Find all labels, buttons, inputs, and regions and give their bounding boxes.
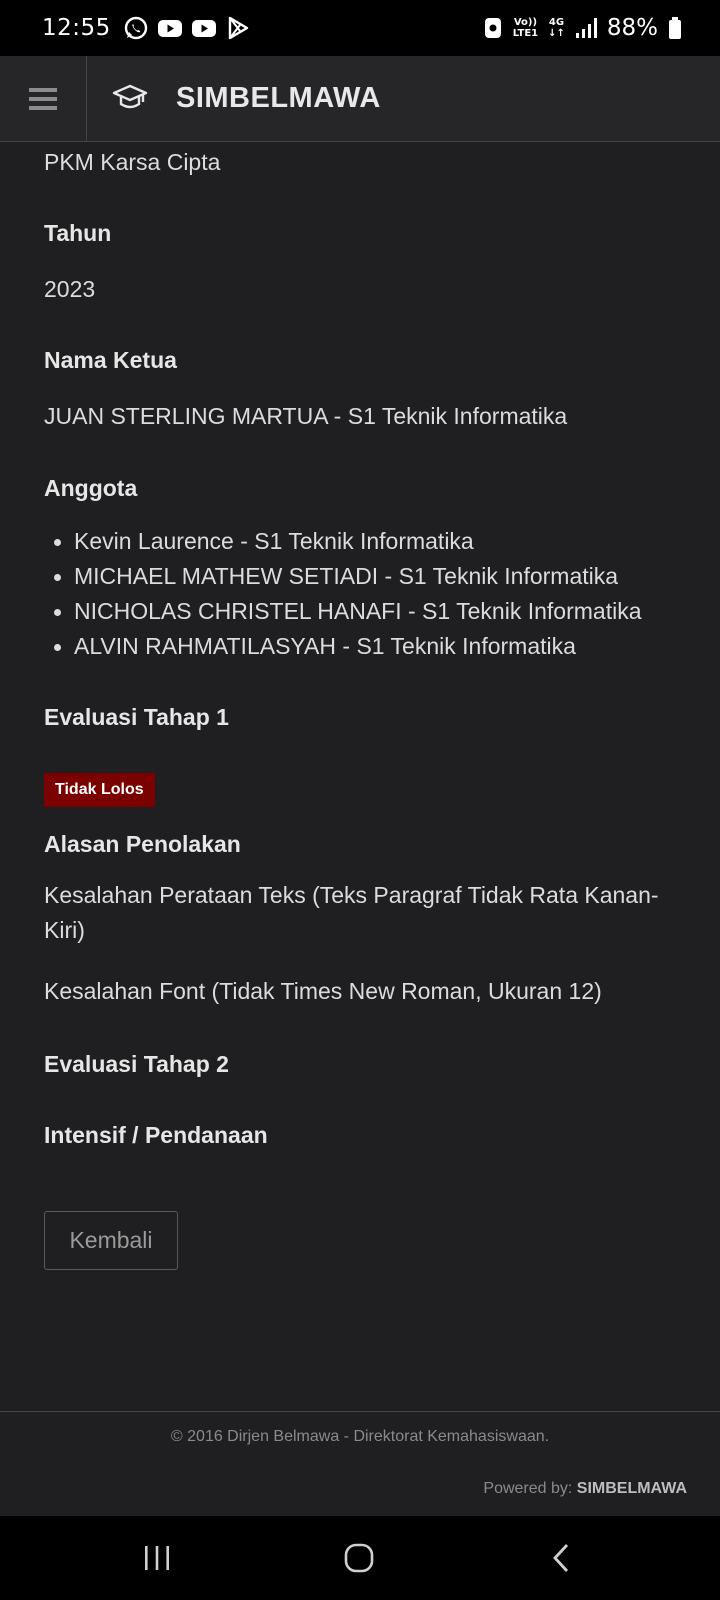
home-button[interactable] [339, 1538, 379, 1578]
back-chevron-icon [553, 1544, 569, 1572]
ketua-label: Nama Ketua [44, 347, 177, 373]
lte-label: LTE1 [512, 28, 539, 39]
battery-percent: 88% [606, 15, 658, 41]
alasan-item: Kesalahan Perataan Teks (Teks Paragraf T… [44, 882, 659, 943]
whatsapp-icon [124, 16, 147, 40]
list-item: NICHOLAS CHRISTEL HANAFI - S1 Teknik Inf… [44, 594, 642, 629]
recent-apps-button[interactable] [137, 1538, 177, 1578]
pendanaan-label: Intensif / Pendanaan [44, 1122, 268, 1148]
volte-label: Vo)) [513, 17, 538, 28]
copyright-text: © 2016 Dirjen Belmawa - Direktorat Kemah… [170, 1428, 550, 1445]
back-button[interactable]: Kembali [44, 1211, 178, 1270]
home-icon [344, 1543, 374, 1573]
list-item: ALVIN RAHMATILASYAH - S1 Teknik Informat… [44, 629, 642, 664]
signal-icon [575, 18, 597, 38]
eval2-label: Evaluasi Tahap 2 [44, 1051, 229, 1077]
brand-title[interactable]: SIMBELMAWA [176, 82, 381, 115]
ketua-value: JUAN STERLING MARTUA - S1 Teknik Informa… [44, 403, 568, 429]
status-bar-right: Vo)) LTE1 4G ↓↑ 88% [483, 15, 682, 41]
powered-prefix: Powered by: [483, 1480, 577, 1497]
recent-apps-icon [145, 1546, 169, 1570]
graduation-cap-icon [112, 84, 148, 109]
network-type-label: 4G [548, 17, 565, 28]
footer: © 2016 Dirjen Belmawa - Direktorat Kemah… [0, 1411, 720, 1517]
eval1-label: Evaluasi Tahap 1 [44, 704, 229, 730]
play-store-icon [228, 16, 248, 40]
system-nav-bar [0, 1516, 720, 1600]
youtube-icon-2 [191, 20, 216, 37]
list-item: MICHAEL MATHEW SETIADI - S1 Teknik Infor… [44, 559, 642, 594]
youtube-icon [157, 20, 182, 37]
back-nav-button[interactable] [541, 1538, 581, 1578]
anggota-label: Anggota [44, 475, 138, 501]
network-type: 4G ↓↑ [548, 17, 565, 39]
list-item: Kevin Laurence - S1 Teknik Informatika [44, 524, 642, 559]
powered-by: Powered by: SIMBELMAWA [483, 1480, 687, 1498]
anggota-list: Kevin Laurence - S1 Teknik Informatika M… [44, 524, 642, 664]
status-bar: 12:55 Vo)) LTE1 4G ↓↑ 88% [0, 0, 720, 56]
alasan-label: Alasan Penolakan [44, 831, 241, 857]
tahun-label: Tahun [44, 220, 112, 246]
data-arrows-icon: ↓↑ [548, 28, 565, 39]
screen-record-icon [484, 18, 501, 38]
alasan-item: Kesalahan Font (Tidak Times New Roman, U… [44, 978, 602, 1004]
status-time: 12:55 [42, 15, 111, 41]
menu-button[interactable] [0, 56, 87, 141]
status-badge: Tidak Lolos [44, 773, 155, 807]
battery-icon [669, 17, 681, 39]
app-header: SIMBELMAWA [0, 56, 720, 142]
network-volte: Vo)) LTE1 [513, 17, 538, 39]
hamburger-icon [29, 87, 57, 110]
skema-value: PKM Karsa Cipta [44, 149, 221, 175]
tahun-value: 2023 [44, 276, 96, 302]
powered-brand[interactable]: SIMBELMAWA [577, 1480, 687, 1497]
status-bar-left: 12:55 [42, 15, 251, 41]
